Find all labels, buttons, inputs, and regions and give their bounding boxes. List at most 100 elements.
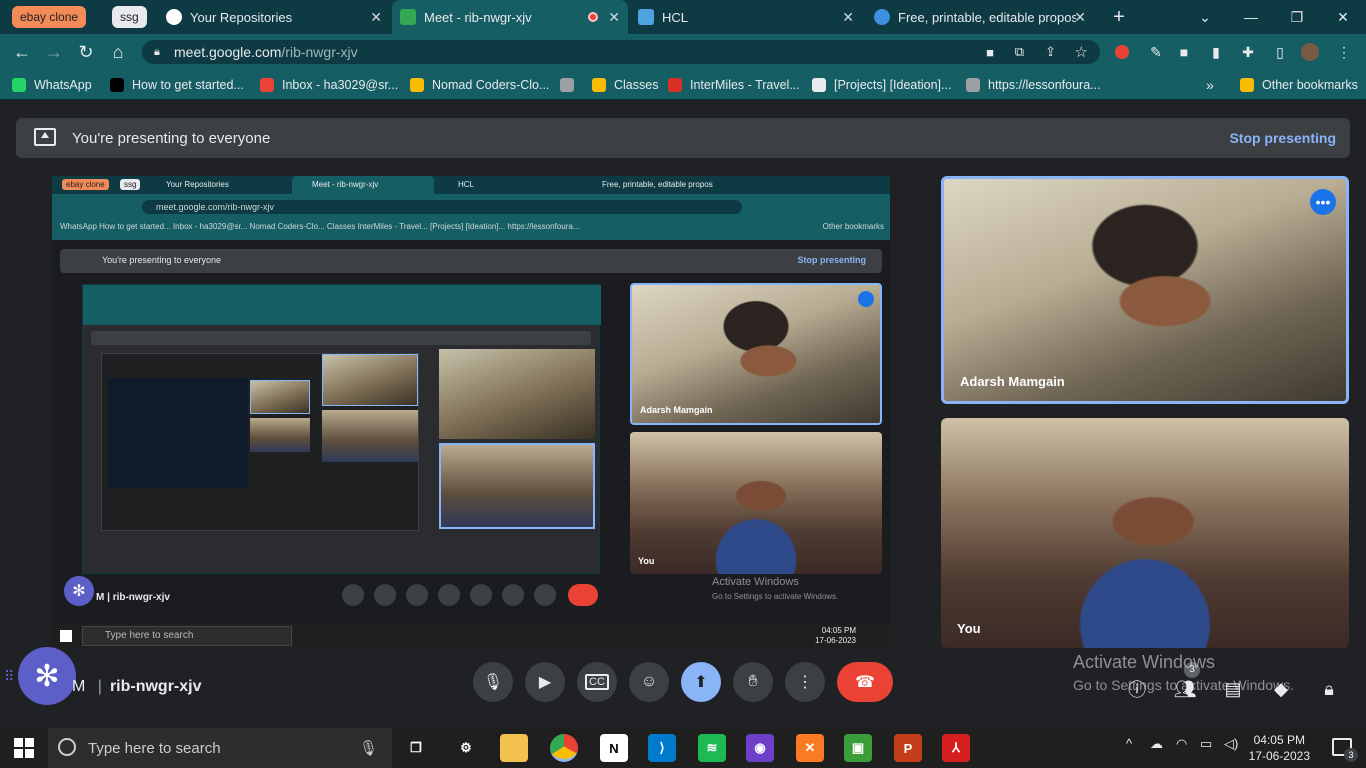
bookmark-item[interactable]: [Projects] [Ideation]... — [812, 76, 951, 94]
shared-tile-adarsh: Adarsh Mamgain — [630, 283, 882, 425]
side-panel-icon[interactable]: ▯ — [1270, 42, 1290, 62]
leave-call-button[interactable]: ☎︎ — [837, 662, 893, 702]
bookmark-star-icon[interactable]: ☆ — [1075, 43, 1088, 61]
battery-icon[interactable]: ▭ — [1200, 736, 1212, 752]
more-options-button[interactable]: ⋮ — [785, 662, 825, 702]
extension-1-icon[interactable] — [1112, 42, 1132, 62]
restore-button[interactable]: ❐ — [1274, 0, 1320, 34]
extension-2-icon[interactable]: ✎ — [1146, 42, 1166, 62]
camera-icon[interactable]: ■ — [986, 45, 994, 60]
shared-control-button — [406, 584, 428, 606]
camtasia-icon[interactable]: ▣ — [844, 734, 872, 762]
stop-presenting-button[interactable]: Stop presenting — [1215, 130, 1350, 146]
windows-start-button[interactable] — [14, 738, 34, 758]
tray-overflow-icon[interactable]: ^ — [1126, 736, 1132, 751]
tab-canva[interactable]: Free, printable, editable proposa ✕ — [866, 0, 1094, 34]
bookmark-label: [Projects] [Ideation]... — [834, 78, 952, 92]
bookmark-item[interactable]: Classes — [592, 76, 658, 94]
taskbar-time: 04:05 PM — [1253, 733, 1305, 747]
acrobat-icon[interactable]: ⅄ — [942, 734, 970, 762]
other-bookmarks[interactable]: Other bookmarks — [1240, 76, 1358, 94]
bookmark-item[interactable]: https://lessonfoura... — [966, 76, 1101, 94]
powerpoint-icon[interactable]: P — [894, 734, 922, 762]
shared-control-button — [374, 584, 396, 606]
mic-icon[interactable]: 🎙︎ — [359, 739, 378, 757]
taskbar-clock[interactable]: 04:05 PM 17-06-2023 — [1249, 732, 1310, 764]
close-window-button[interactable]: ✕ — [1320, 0, 1366, 34]
raise-hand-button[interactable]: ✋︎ — [733, 662, 773, 702]
tab-your-repositories[interactable]: Your Repositories ✕ — [158, 0, 390, 34]
extensions-puzzle-icon[interactable]: ✚ — [1238, 42, 1258, 62]
tab-group-ebay-clone[interactable]: ebay clone — [12, 6, 87, 28]
reload-button[interactable]: ↻ — [74, 40, 98, 64]
tab-search-icon[interactable]: ⌄ — [1182, 0, 1228, 34]
tab-meet[interactable]: Meet - rib-nwgr-xjv ✕ — [392, 0, 628, 34]
back-button[interactable]: ← — [10, 40, 34, 64]
participant-tile-adarsh[interactable]: Adarsh Mamgain ••• — [941, 176, 1349, 404]
more-options-icon[interactable]: ••• — [1310, 189, 1336, 215]
other-bookmarks-label: Other bookmarks — [1262, 78, 1358, 92]
drag-handle-icon[interactable]: ⠿ — [4, 668, 14, 685]
tab-group-ssg[interactable]: ssg — [112, 6, 147, 28]
wifi-icon[interactable]: ◠ — [1176, 736, 1187, 752]
notification-center-icon[interactable] — [1332, 738, 1358, 762]
bookmark-item[interactable]: InterMiles - Travel... — [668, 76, 800, 94]
kebab-icon: ⋮ — [797, 674, 813, 691]
close-tab-icon[interactable]: ✕ — [1074, 9, 1086, 26]
bookmark-item[interactable]: Inbox - ha3029@sr... — [260, 76, 398, 94]
notion-icon[interactable]: N — [600, 734, 628, 762]
menu-kebab-icon[interactable]: ⋮ — [1334, 42, 1354, 62]
home-button[interactable]: ⌂ — [106, 40, 130, 64]
taskbar-date: 17-06-2023 — [1248, 749, 1310, 763]
new-tab-button[interactable]: + — [1096, 0, 1142, 34]
close-tab-icon[interactable]: ✕ — [370, 9, 382, 26]
extension-4-icon[interactable]: ▮ — [1206, 42, 1226, 62]
shared-fab-icon: ✻ — [64, 576, 94, 606]
shared-time: 04:05 PM — [821, 626, 856, 635]
xampp-icon[interactable]: ✕ — [796, 734, 824, 762]
forward-button[interactable]: → — [42, 40, 66, 64]
host-controls-icon[interactable]: 🔒︎ — [1316, 676, 1342, 702]
present-screen-icon — [34, 128, 56, 146]
spotify-icon[interactable]: ≋ — [698, 734, 726, 762]
captions-button[interactable]: CC — [577, 662, 617, 702]
shared-tab: Your Repositories — [166, 180, 229, 189]
settings-icon[interactable]: ⚙ — [452, 734, 480, 762]
microphone-button[interactable]: 🎙︎ — [473, 662, 513, 702]
present-button[interactable]: ⬆ — [681, 662, 721, 702]
close-tab-icon[interactable]: ✕ — [842, 9, 854, 26]
tab-label: Your Repositories — [190, 9, 293, 25]
volume-icon[interactable]: ◁) — [1224, 736, 1238, 752]
address-bar[interactable]: 🔒︎ meet.google.com/rib-nwgr-xjv ■ ⧉ ⇪ ☆ — [142, 40, 1100, 64]
extension-3-icon[interactable]: ■ — [1174, 42, 1194, 62]
onedrive-icon[interactable]: ☁ — [1150, 736, 1163, 752]
share-icon[interactable]: ⇪ — [1045, 44, 1056, 60]
meet-fab-icon[interactable]: ✻ — [18, 647, 76, 705]
chrome-icon[interactable] — [550, 734, 578, 762]
shared-taskbar-search: Type here to search — [82, 626, 292, 646]
task-view-icon[interactable]: ❐ — [402, 734, 430, 762]
profile-avatar[interactable] — [1300, 42, 1320, 62]
bookmark-label: InterMiles - Travel... — [690, 78, 800, 92]
camera-button[interactable]: ▶ — [525, 662, 565, 702]
nested-banner — [91, 331, 591, 345]
participant-tile-you[interactable]: You — [941, 418, 1349, 648]
reactions-button[interactable]: ☺ — [629, 662, 669, 702]
minimize-button[interactable]: — — [1228, 0, 1274, 34]
file-explorer-icon[interactable] — [500, 734, 528, 762]
github-desktop-icon[interactable]: ◉ — [746, 734, 774, 762]
participant-name: Adarsh Mamgain — [960, 374, 1065, 389]
vscode-icon[interactable]: ⟩ — [648, 734, 676, 762]
close-tab-icon[interactable]: ✕ — [608, 9, 620, 26]
open-in-new-icon[interactable]: ⧉ — [1015, 44, 1024, 60]
bookmark-favicon-icon — [12, 78, 26, 92]
participant-name: You — [957, 621, 981, 636]
shared-date: 17-06-2023 — [815, 636, 856, 645]
bookmarks-overflow-button[interactable]: » — [1206, 76, 1214, 94]
bookmark-item[interactable] — [560, 76, 582, 94]
bookmark-item[interactable]: WhatsApp — [12, 76, 92, 94]
bookmark-item[interactable]: How to get started... — [110, 76, 244, 94]
taskbar-search[interactable]: Type here to search 🎙︎ — [48, 728, 392, 768]
tab-hcl[interactable]: HCL ✕ — [630, 0, 862, 34]
bookmark-item[interactable]: Nomad Coders-Clo... — [410, 76, 549, 94]
